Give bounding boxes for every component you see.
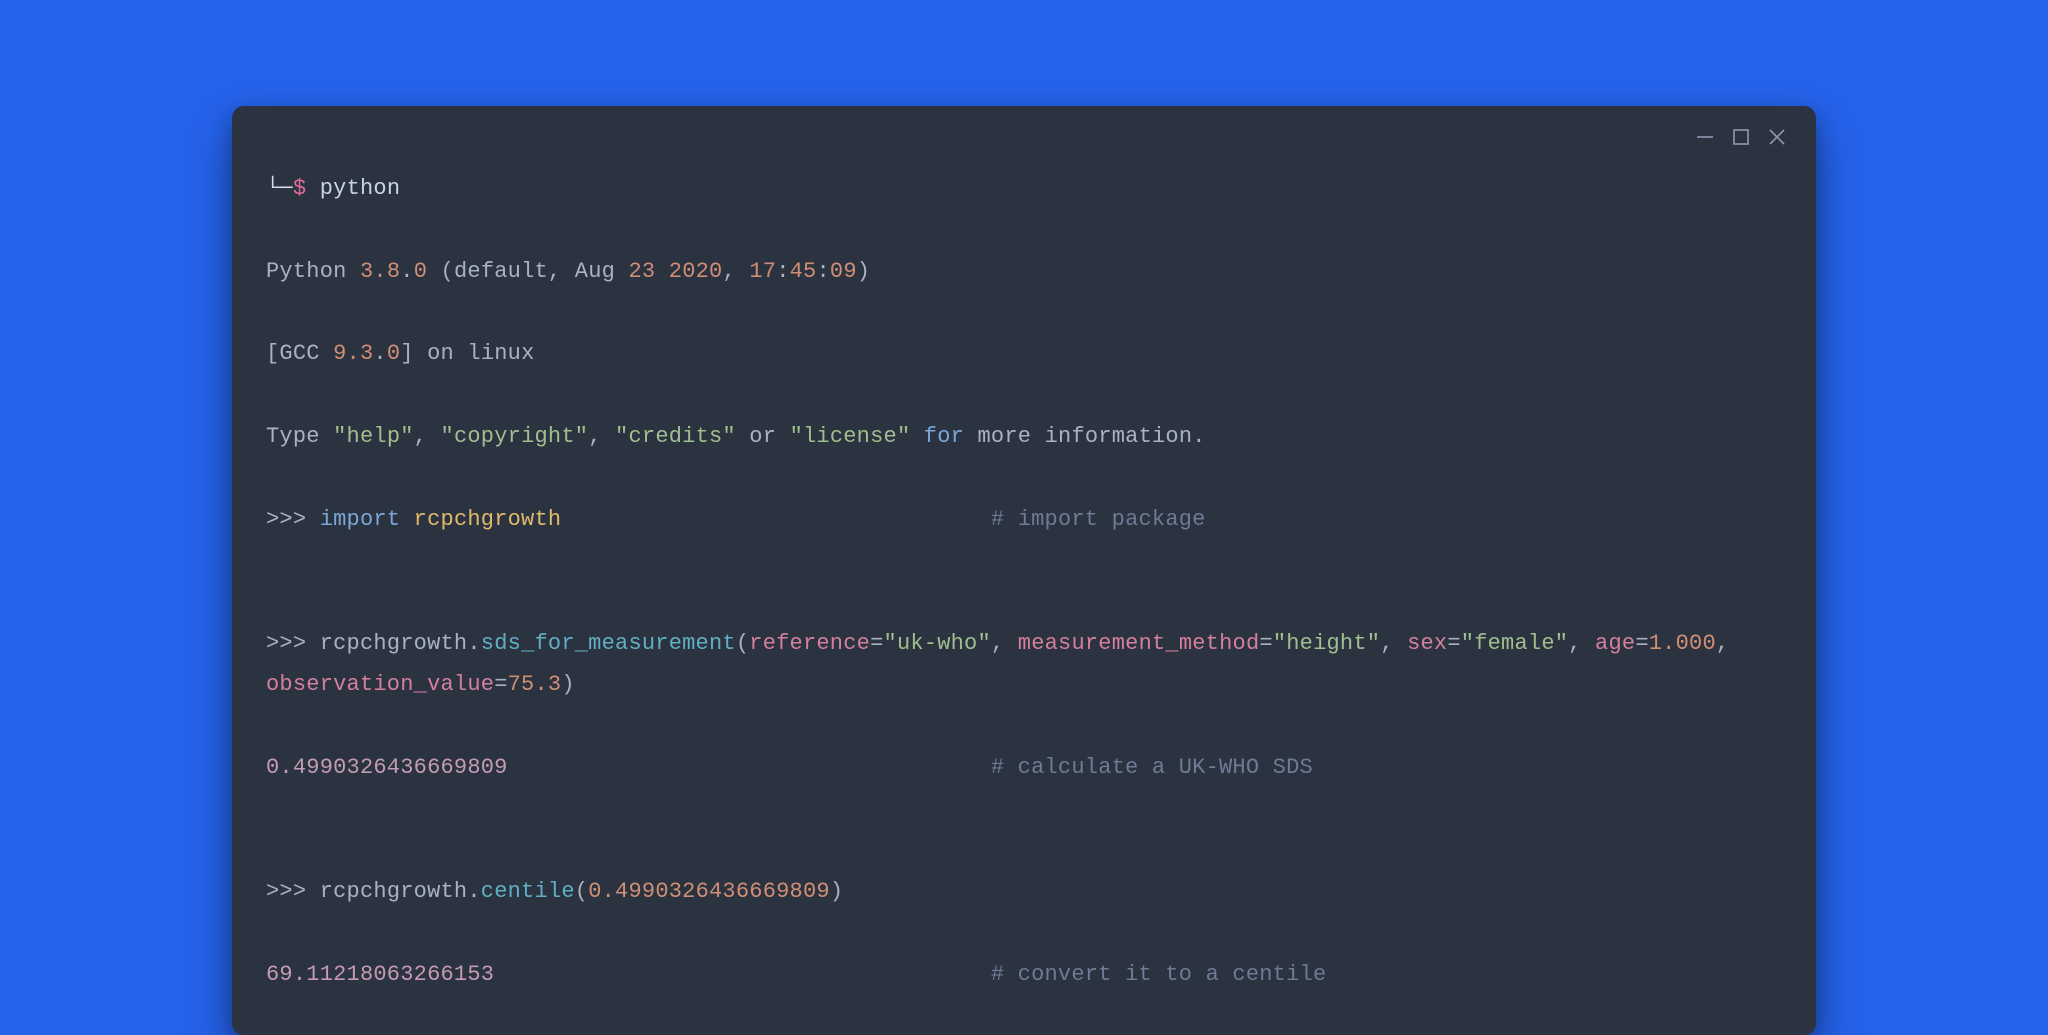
comment-result-1: # calculate a UK-WHO SDS xyxy=(991,755,1313,780)
repl-result-1-line: 0.4990326436669809 # calculate a UK-WHO … xyxy=(266,747,1782,788)
repl-prompt: >>> xyxy=(266,507,320,532)
terminal-window: └─$ python Python 3.8.0 (default, Aug 23… xyxy=(232,106,1816,1035)
minimize-icon[interactable] xyxy=(1696,128,1714,146)
repl-prompt: >>> xyxy=(266,879,320,904)
result-value: 69.11218063266153 xyxy=(266,962,494,987)
repl-call-2-line: >>> rcpchgrowth.centile(0.49903264366698… xyxy=(266,871,1782,912)
repl-result-2-line: 69.11218063266153 # convert it to a cent… xyxy=(266,954,1782,995)
close-icon[interactable] xyxy=(1768,128,1786,146)
repl-import-line: >>> import rcpchgrowth # import package xyxy=(266,499,1782,540)
terminal-output[interactable]: └─$ python Python 3.8.0 (default, Aug 23… xyxy=(266,168,1782,995)
repl-prompt: >>> xyxy=(266,631,320,656)
repl-call-1-line: >>> rcpchgrowth.sds_for_measurement(refe… xyxy=(266,623,1782,706)
prompt-dollar: $ xyxy=(293,176,306,201)
comment-result-2: # convert it to a centile xyxy=(991,962,1327,987)
shell-prompt-line: └─$ python xyxy=(266,168,1782,209)
result-value: 0.4990326436669809 xyxy=(266,755,508,780)
python-banner-line-3: Type "help", "copyright", "credits" or "… xyxy=(266,416,1782,457)
shell-command: python xyxy=(320,176,401,201)
window-controls xyxy=(1696,128,1786,146)
python-banner-line-1: Python 3.8.0 (default, Aug 23 2020, 17:4… xyxy=(266,251,1782,292)
prompt-corner: └─ xyxy=(266,176,293,201)
python-banner-line-2: [GCC 9.3.0] on linux xyxy=(266,333,1782,374)
maximize-icon[interactable] xyxy=(1732,128,1750,146)
comment-import: # import package xyxy=(991,507,1206,532)
